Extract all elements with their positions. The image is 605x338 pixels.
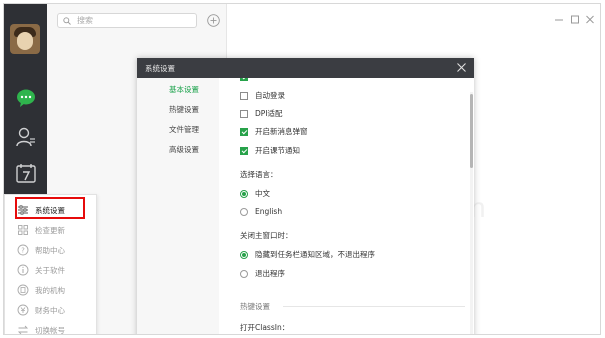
menu-item-label: 关于软件 <box>35 265 65 275</box>
nav-item-advanced[interactable]: 高级设置 <box>169 144 199 155</box>
menu-item-help-center[interactable]: ? 帮助中心 <box>5 240 96 260</box>
settings-dialog: 系统设置 基本设置 热键设置 文件管理 高级设置 自动登录 DPI适配 开启新消… <box>137 58 474 334</box>
option-label: DPI适配 <box>255 109 283 118</box>
option-label: 隐藏到任务栏通知区域，不退出程序 <box>255 250 375 259</box>
option-label: 开启新消息弹窗 <box>255 127 308 136</box>
switch-icon <box>17 325 29 334</box>
checkbox[interactable] <box>240 146 248 155</box>
info-icon <box>17 264 29 276</box>
menu-item-finance[interactable]: 财务中心 <box>5 300 96 320</box>
checkbox[interactable] <box>240 109 248 118</box>
add-icon[interactable] <box>207 14 220 27</box>
svg-text:?: ? <box>21 247 25 255</box>
menu-item-about[interactable]: 关于软件 <box>5 260 96 280</box>
option-label: 自动登录 <box>255 91 285 100</box>
option-class-notify[interactable]: 开启课节通知 <box>240 145 300 156</box>
menu-item-label: 检查更新 <box>35 225 65 235</box>
menu-item-label: 财务中心 <box>35 305 65 315</box>
grid-icon <box>18 225 28 235</box>
menu-item-label: 我的机构 <box>35 285 65 295</box>
nav-item-files[interactable]: 文件管理 <box>169 124 199 135</box>
option-label: English <box>255 207 283 216</box>
language-option-chinese[interactable]: 中文 <box>240 188 270 199</box>
close-section-title: 关闭主窗口时： <box>240 231 293 240</box>
search-icon <box>63 17 71 25</box>
chat-icon[interactable] <box>15 87 37 109</box>
option-dpi[interactable]: DPI适配 <box>240 108 283 119</box>
menu-item-my-org[interactable]: 我的机构 <box>5 280 96 300</box>
checkbox[interactable] <box>240 127 248 136</box>
option-label: 退出程序 <box>255 269 285 278</box>
hotkey-open-label: 打开ClassIn： <box>240 323 290 332</box>
nav-item-basic[interactable]: 基本设置 <box>169 84 199 95</box>
language-option-english[interactable]: English <box>240 207 282 216</box>
option-label: 开启课节通知 <box>255 146 300 155</box>
dialog-close-icon[interactable] <box>456 62 467 73</box>
dialog-nav: 基本设置 热键设置 文件管理 高级设置 <box>137 78 219 334</box>
search-input[interactable] <box>77 14 189 27</box>
scrollbar-thumb[interactable] <box>470 94 473 168</box>
option-label: 中文 <box>255 189 270 198</box>
radio[interactable] <box>240 250 248 259</box>
menu-item-label: 帮助中心 <box>35 245 65 255</box>
menu-item-check-update[interactable]: 检查更新 <box>5 220 96 240</box>
language-section-title: 选择语言： <box>240 170 278 179</box>
minimize-icon[interactable] <box>554 14 564 25</box>
finance-icon <box>17 304 29 316</box>
menu-item-label: 切换帐号 <box>35 325 65 335</box>
close-option-exit[interactable]: 退出程序 <box>240 268 285 279</box>
help-icon: ? <box>17 244 29 256</box>
highlight-box <box>15 197 85 219</box>
radio[interactable] <box>240 189 248 198</box>
close-option-hide[interactable]: 隐藏到任务栏通知区域，不退出程序 <box>240 249 375 260</box>
menu-item-switch-account[interactable]: 切换帐号 <box>5 320 96 335</box>
building-icon <box>17 284 29 296</box>
option-auto-login[interactable]: 自动登录 <box>240 90 285 101</box>
dialog-titlebar: 系统设置 <box>137 58 474 78</box>
search-box[interactable] <box>57 13 197 28</box>
app-window: n 系统设置 <box>3 3 601 335</box>
close-icon[interactable] <box>585 14 595 25</box>
hotkey-section-title: 热键设置 <box>240 302 270 311</box>
maximize-icon[interactable] <box>570 14 580 25</box>
avatar[interactable] <box>10 24 40 54</box>
checkbox[interactable] <box>240 91 248 100</box>
dialog-content: 自动登录 DPI适配 开启新消息弹窗 开启课节通知 选择语言： 中文 Engli… <box>219 78 474 334</box>
nav-item-hotkeys[interactable]: 热键设置 <box>169 104 199 115</box>
radio[interactable] <box>240 207 248 216</box>
dialog-title: 系统设置 <box>145 64 175 73</box>
contacts-icon[interactable] <box>15 126 37 148</box>
option-message-popup[interactable]: 开启新消息弹窗 <box>240 126 308 137</box>
checkbox[interactable] <box>240 78 248 81</box>
calendar-icon[interactable] <box>15 162 37 184</box>
section-divider <box>283 306 465 307</box>
cropped-option-row[interactable] <box>240 78 255 81</box>
radio[interactable] <box>240 269 248 278</box>
